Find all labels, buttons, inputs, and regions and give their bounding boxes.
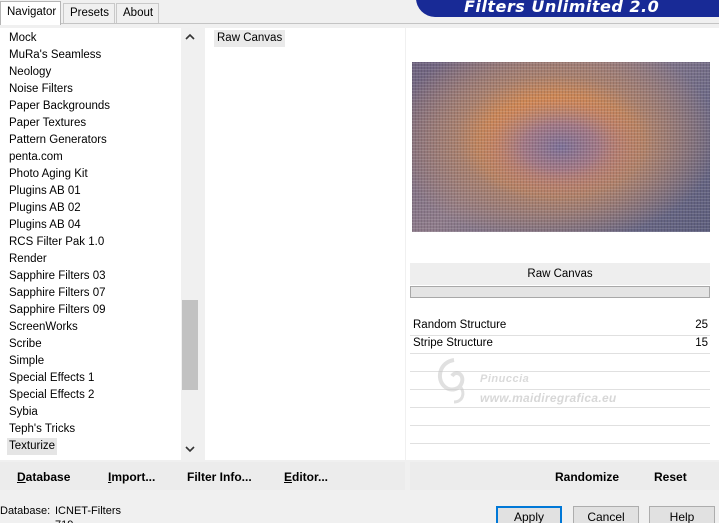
filter-category-item[interactable]: Mock bbox=[9, 30, 36, 47]
watermark-swirl-icon bbox=[437, 358, 465, 404]
filter-category-item[interactable]: Plugins AB 01 bbox=[9, 183, 81, 200]
left-action-bar: Database Import... Filter Info... Editor… bbox=[0, 462, 405, 490]
filter-category-item[interactable]: Paper Textures bbox=[9, 115, 86, 132]
tab-presets-label: Presets bbox=[70, 7, 109, 19]
parameter-row-random-structure[interactable]: Random Structure 25 bbox=[410, 318, 710, 336]
status-database-value: ICNET-Filters bbox=[55, 505, 121, 517]
scrollbar-thumb[interactable] bbox=[182, 300, 198, 390]
filter-category-item[interactable]: penta.com bbox=[9, 149, 63, 166]
app-title: Filters Unlimited 2.0 bbox=[464, 0, 660, 16]
filter-category-item[interactable]: Render bbox=[9, 251, 47, 268]
right-action-bar: Randomize Reset bbox=[410, 462, 719, 490]
filter-category-item[interactable]: Teph's Tricks bbox=[9, 421, 75, 438]
help-button[interactable]: Help bbox=[649, 506, 715, 523]
watermark-url: www.maidiregrafica.eu bbox=[480, 391, 617, 405]
tab-navigator[interactable]: Navigator bbox=[0, 1, 61, 25]
database-label-rest: atabase bbox=[25, 470, 71, 484]
filter-category-item[interactable]: Pattern Generators bbox=[9, 132, 107, 149]
database-mnemonic: D bbox=[17, 470, 26, 484]
status-filters-value: 719 bbox=[55, 519, 73, 523]
parameter-row-stripe-structure[interactable]: Stripe Structure 15 bbox=[410, 336, 710, 354]
filter-category-item[interactable]: ScreenWorks bbox=[9, 319, 78, 336]
filter-category-item[interactable]: Photo Aging Kit bbox=[9, 166, 88, 183]
import-label-rest: mport... bbox=[111, 470, 156, 484]
preview-image bbox=[412, 62, 710, 232]
tab-about-label: About bbox=[123, 7, 154, 19]
filter-info-label: Filter Info... bbox=[187, 470, 252, 484]
scroll-up-icon[interactable] bbox=[181, 30, 199, 47]
parameter-label: Stripe Structure bbox=[413, 337, 493, 349]
filter-category-item[interactable]: Sapphire Filters 09 bbox=[9, 302, 106, 319]
filter-category-item[interactable]: Scribe bbox=[9, 336, 42, 353]
filter-list-scrollbar[interactable] bbox=[181, 28, 199, 460]
randomize-button[interactable]: Randomize bbox=[555, 470, 619, 484]
scroll-down-icon[interactable] bbox=[181, 442, 199, 459]
watermark-name: Pinuccia bbox=[480, 373, 530, 385]
filter-category-item[interactable]: Sapphire Filters 03 bbox=[9, 268, 106, 285]
filter-category-item[interactable]: Simple bbox=[9, 353, 44, 370]
filter-category-item[interactable]: Plugins AB 04 bbox=[9, 217, 81, 234]
effect-item-selected[interactable]: Raw Canvas bbox=[214, 30, 286, 47]
filter-category-item[interactable]: RCS Filter Pak 1.0 bbox=[9, 234, 104, 251]
import-button[interactable]: Import... bbox=[108, 470, 155, 484]
filter-category-list[interactable]: Mock MuRa's Seamless Neology Noise Filte… bbox=[0, 28, 199, 460]
parameter-label: Random Structure bbox=[413, 319, 507, 331]
filter-category-item[interactable]: Plugins AB 02 bbox=[9, 200, 81, 217]
filter-info-button[interactable]: Filter Info... bbox=[187, 470, 252, 484]
tab-navigator-label: Navigator bbox=[7, 6, 57, 18]
parameter-value[interactable]: 25 bbox=[695, 319, 708, 331]
tab-divider bbox=[0, 23, 719, 24]
filter-category-item[interactable]: Sybia bbox=[9, 404, 38, 421]
effect-title-bar bbox=[410, 286, 710, 298]
reset-button[interactable]: Reset bbox=[654, 470, 687, 484]
filter-category-item[interactable]: Paper Backgrounds bbox=[9, 98, 110, 115]
effect-title: Raw Canvas bbox=[410, 263, 710, 285]
parameter-row-empty bbox=[410, 426, 710, 444]
editor-mnemonic: E bbox=[284, 470, 293, 484]
database-button[interactable]: Database bbox=[17, 470, 70, 484]
filter-category-item[interactable]: Noise Filters bbox=[9, 81, 73, 98]
editor-label-rest: ditor... bbox=[292, 470, 329, 484]
status-database-label: Database: bbox=[0, 505, 51, 517]
filter-category-item[interactable]: Special Effects 2 bbox=[9, 387, 94, 404]
filter-category-item-selected[interactable]: Texturize bbox=[7, 438, 58, 455]
apply-button[interactable]: Apply bbox=[496, 506, 562, 523]
editor-button[interactable]: Editor... bbox=[284, 470, 328, 484]
tab-about[interactable]: About bbox=[116, 3, 159, 24]
filter-category-item[interactable]: Neology bbox=[9, 64, 51, 81]
effect-list[interactable]: Raw Canvas bbox=[205, 28, 405, 460]
filter-category-item[interactable]: MuRa's Seamless bbox=[9, 47, 101, 64]
canvas-texture-overlay bbox=[412, 62, 710, 232]
watermark: Pinuccia www.maidiregrafica.eu bbox=[430, 356, 660, 408]
filter-category-item[interactable]: Sapphire Filters 07 bbox=[9, 285, 106, 302]
parameter-value[interactable]: 15 bbox=[695, 337, 708, 349]
parameter-row-empty bbox=[410, 408, 710, 426]
filter-category-item[interactable]: Special Effects 1 bbox=[9, 370, 94, 387]
tab-presets[interactable]: Presets bbox=[63, 3, 115, 24]
app-banner: Filters Unlimited 2.0 bbox=[416, 0, 719, 17]
cancel-button[interactable]: Cancel bbox=[573, 506, 639, 523]
